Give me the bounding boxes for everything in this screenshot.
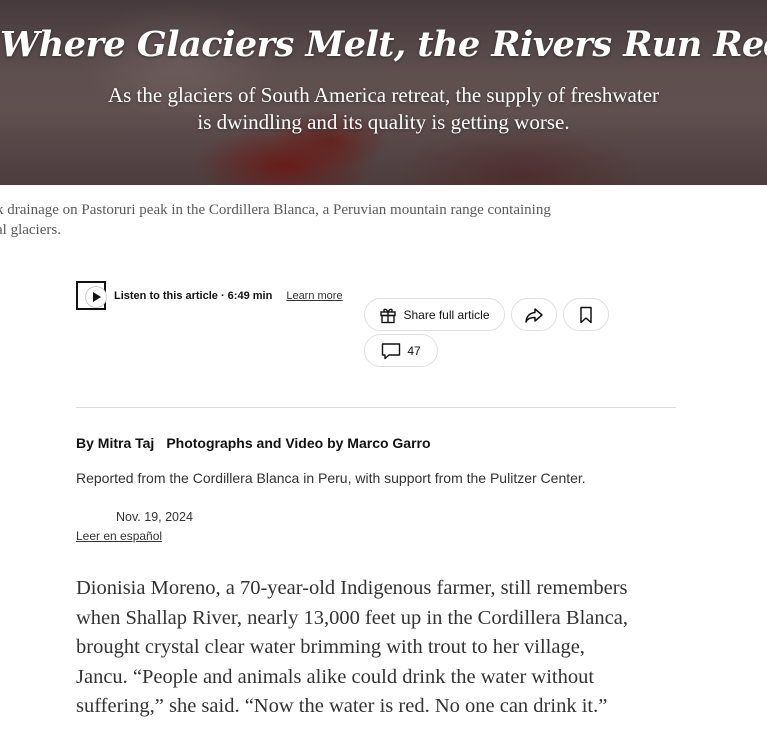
photographer-credit: Photographs and Video by Marco Garro (166, 435, 431, 451)
reported-from: Reported from the Cordillera Blanca in P… (76, 470, 586, 486)
article-paragraph: Dionisia Moreno, a 70-year-old Indigenou… (76, 574, 696, 722)
listen-widget: Listen to this article · 6:49 min Learn … (76, 281, 343, 310)
subheadline-line: is dwindling and its quality is getting … (197, 110, 570, 134)
play-icon (85, 286, 107, 308)
body-line: brought crystal clear water brimming wit… (76, 636, 585, 659)
gift-icon (379, 306, 397, 324)
share-label: Share full article (403, 307, 490, 322)
divider (76, 407, 676, 408)
subheadline-line: As the glaciers of South America retreat… (107, 83, 660, 107)
learn-more-link[interactable]: Learn more (286, 290, 342, 302)
hero-image: Where Glaciers Melt, the Rivers Run Red … (0, 0, 767, 185)
caption-line: k drainage on Pastoruri peak in the Cord… (0, 202, 551, 218)
body-line: suffering,” she said. “Now the water is … (76, 695, 608, 718)
spanish-link[interactable]: Leer en español (76, 529, 162, 543)
author-link[interactable]: By Mitra Taj (76, 435, 154, 451)
body-line: Dionisia Moreno, a 70-year-old Indigenou… (76, 577, 628, 599)
body-line: Jancu. “People and animals alike could d… (76, 665, 595, 688)
bookmark-icon (579, 306, 593, 324)
body-line: when Shallap River, nearly 13,000 feet u… (76, 606, 628, 629)
comment-icon (381, 342, 401, 360)
headline: Where Glaciers Melt, the Rivers Run Red (0, 24, 767, 65)
share-full-article-button[interactable]: Share full article (364, 298, 505, 331)
publish-date: Nov. 19, 2024 (116, 510, 193, 524)
image-caption: k drainage on Pastoruri peak in the Cord… (0, 200, 760, 240)
play-button[interactable] (76, 281, 107, 310)
share-button[interactable] (511, 298, 557, 331)
share-arrow-icon (524, 306, 544, 324)
byline: By Mitra Taj Photographs and Video by Mar… (76, 435, 431, 451)
listen-label: Listen to this article · 6:49 min (114, 289, 273, 302)
save-button[interactable] (563, 298, 609, 331)
caption-line: al glaciers. (0, 222, 61, 238)
comments-count: 47 (407, 343, 421, 358)
comments-button[interactable]: 47 (364, 334, 438, 367)
subheadline: As the glaciers of South America retreat… (0, 82, 767, 136)
